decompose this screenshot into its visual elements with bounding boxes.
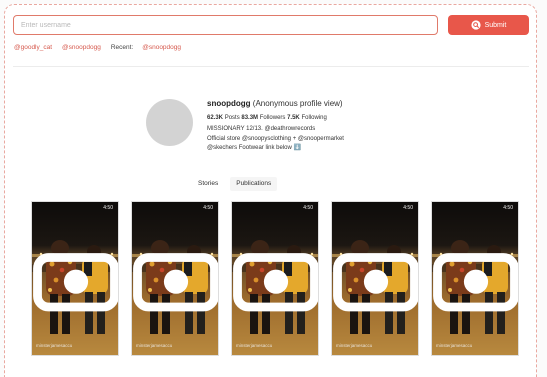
story-thumbnail[interactable]: 4:50 minsterjamesaccu: [31, 201, 119, 356]
anonymous-view-label: (Anonymous profile view): [252, 99, 343, 108]
bio-line: @skechers Footwear link below ⬇️: [207, 145, 301, 151]
profile-username: snoopdogg: [207, 99, 251, 108]
bio-line: Official store @snoopysclothing + @snoop…: [207, 135, 344, 142]
tab-stories[interactable]: Stories: [192, 177, 224, 191]
story-watermark: minsterjamesaccu: [436, 343, 473, 348]
profile-stats: 62.3K Posts 83.3M Followers 7.5K Followi…: [207, 115, 427, 121]
content-tabs: Stories Publications: [192, 177, 278, 191]
profile-bio: MISSIONARY 12/13. @deathrowrecords Offic…: [207, 125, 427, 154]
story-thumbnail[interactable]: 4:50 minsterjamesaccu: [231, 201, 319, 356]
profile-info: snoopdogg (Anonymous profile view) 62.3K…: [207, 99, 427, 154]
story-watermark: minsterjamesaccu: [36, 343, 73, 348]
story-time: 4:50: [303, 205, 313, 211]
username-line: snoopdogg (Anonymous profile view): [207, 99, 427, 109]
story-thumbnail[interactable]: 4:50 minsterjamesaccu: [331, 201, 419, 356]
tab-publications[interactable]: Publications: [230, 177, 278, 191]
followers-count: 83.3M: [241, 115, 259, 121]
profile-header: snoopdogg (Anonymous profile view) 62.3K…: [146, 99, 406, 159]
posts-label: Posts: [224, 115, 240, 121]
story-watermark: minsterjamesaccu: [136, 343, 173, 348]
search-icon: [470, 20, 481, 30]
story-time: 4:50: [403, 205, 413, 211]
following-count: 7.5K: [287, 115, 300, 121]
recent-label: Recent:: [110, 44, 134, 51]
bio-line: MISSIONARY 12/13. @deathrowrecords: [207, 126, 316, 132]
story-time: 4:50: [103, 205, 113, 211]
story-time: 4:50: [503, 205, 513, 211]
story-watermark: minsterjamesaccu: [336, 343, 373, 348]
story-thumbnail[interactable]: 4:50 minsterjamesaccu: [431, 201, 519, 356]
posts-count: 62.3K: [207, 115, 224, 121]
camera-icon: [333, 253, 418, 312]
story-time: 4:50: [203, 205, 213, 211]
story-watermark: minsterjamesaccu: [236, 343, 273, 348]
recent-link-snoopdogg[interactable]: @snoopdogg: [142, 44, 181, 51]
quick-links: @goodly_cat @snoopdogg Recent: @snoopdog…: [14, 44, 181, 51]
following-label: Following: [301, 115, 327, 121]
followers-label: Followers: [259, 115, 286, 121]
camera-icon: [233, 253, 318, 312]
camera-icon: [33, 253, 118, 312]
avatar: [146, 99, 193, 146]
divider: [13, 66, 529, 67]
camera-icon: [133, 253, 218, 312]
stories-grid: 4:50 minsterjamesaccu 4:50 minsterjamesaccu…: [31, 201, 521, 356]
quick-link-goodly-cat[interactable]: @goodly_cat: [14, 44, 52, 51]
submit-label: Submit: [484, 21, 507, 29]
camera-icon: [433, 253, 518, 312]
submit-button[interactable]: Submit: [448, 15, 529, 35]
search-bar: Submit: [13, 15, 529, 35]
quick-link-snoopdogg[interactable]: @snoopdogg: [62, 44, 101, 51]
username-search-input[interactable]: [13, 15, 438, 35]
story-thumbnail[interactable]: 4:50 minsterjamesaccu: [131, 201, 219, 356]
